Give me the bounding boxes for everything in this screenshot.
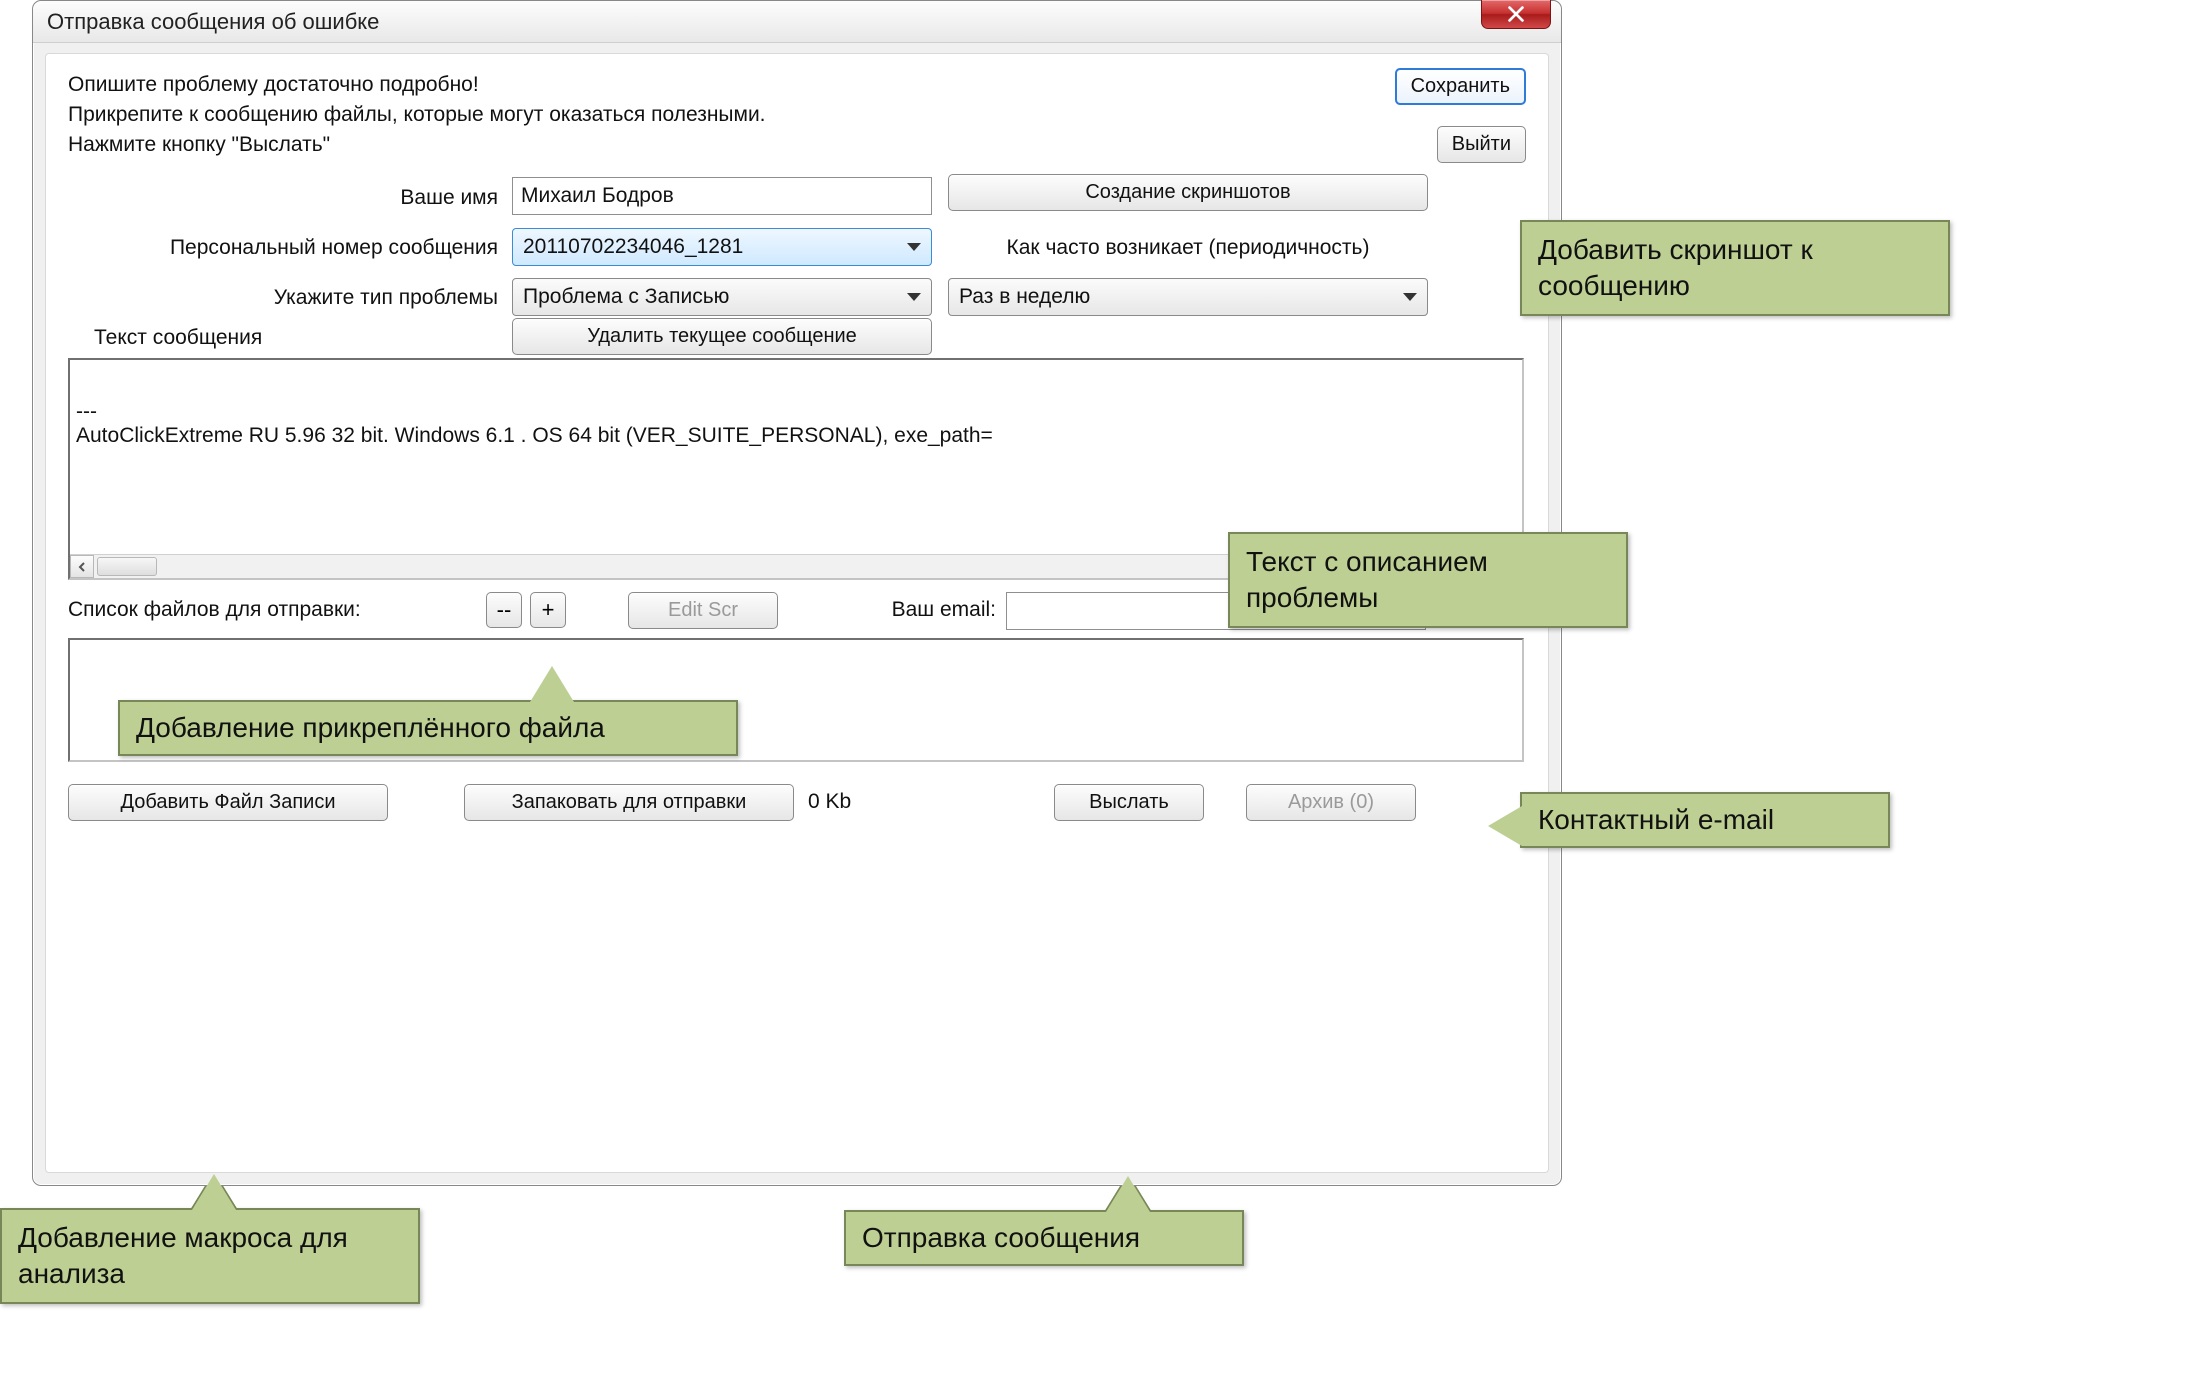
callout-text: Добавить скриншот к сообщению xyxy=(1538,234,1813,301)
chevron-down-icon xyxy=(907,293,921,301)
scroll-left-button[interactable] xyxy=(70,555,94,578)
window-title: Отправка сообщения об ошибке xyxy=(47,9,379,35)
callout-pointer-icon xyxy=(530,666,574,702)
add-file-button[interactable]: + xyxy=(530,592,566,628)
archive-button[interactable]: Архив (0) xyxy=(1246,784,1416,821)
msg-number-label: Персональный номер сообщения xyxy=(68,236,498,260)
message-content: --- AutoClickExtreme RU 5.96 32 bit. Win… xyxy=(70,360,1522,454)
create-screenshots-button[interactable]: Создание скриншотов xyxy=(948,174,1428,211)
remove-file-label: -- xyxy=(497,597,512,623)
message-line: --- xyxy=(76,400,1516,424)
callout-add-attachment: Добавление прикреплённого файла xyxy=(118,700,738,756)
instruction-line: Опишите проблему достаточно подробно! xyxy=(68,70,766,100)
edit-scr-label: Edit Scr xyxy=(668,599,738,622)
titlebar: Отправка сообщения об ошибке xyxy=(33,1,1561,43)
frequency-value: Раз в неделю xyxy=(959,285,1090,309)
delete-current-label: Удалить текущее сообщение xyxy=(587,325,857,348)
chevron-down-icon xyxy=(907,243,921,251)
your-name-label: Ваше имя xyxy=(68,186,498,210)
callout-pointer-icon xyxy=(192,1174,236,1210)
callout-text: Добавление прикреплённого файла xyxy=(136,712,605,743)
file-list-label: Список файлов для отправки: xyxy=(68,598,448,622)
callout-pointer-icon xyxy=(1488,806,1522,846)
callout-text: Отправка сообщения xyxy=(862,1222,1140,1253)
create-screenshots-label: Создание скриншотов xyxy=(1085,181,1290,204)
email-label: Ваш email: xyxy=(866,598,996,622)
add-record-file-button[interactable]: Добавить Файл Записи xyxy=(68,784,388,821)
callout-add-screenshot: Добавить скриншот к сообщению xyxy=(1520,220,1950,316)
send-button[interactable]: Выслать xyxy=(1054,784,1204,821)
add-file-label: + xyxy=(542,597,555,623)
callout-problem-text: Текст с описанием проблемы xyxy=(1228,532,1628,628)
close-button[interactable] xyxy=(1481,0,1551,29)
close-icon xyxy=(1505,3,1527,25)
save-button[interactable]: Сохранить xyxy=(1395,68,1526,105)
exit-button-label: Выйти xyxy=(1452,133,1511,156)
pack-for-send-button[interactable]: Запаковать для отправки xyxy=(464,784,794,821)
msg-number-select[interactable]: 20110702234046_1281 xyxy=(512,228,932,266)
problem-type-select[interactable]: Проблема с Записью xyxy=(512,278,932,316)
instruction-line: Прикрепите к сообщению файлы, которые мо… xyxy=(68,100,766,130)
add-record-file-label: Добавить Файл Записи xyxy=(120,791,335,814)
edit-scr-button[interactable]: Edit Scr xyxy=(628,592,778,629)
callout-text: Контактный e-mail xyxy=(1538,804,1774,835)
chevron-left-icon xyxy=(77,562,87,572)
frequency-select[interactable]: Раз в неделю xyxy=(948,278,1428,316)
send-button-label: Выслать xyxy=(1089,791,1169,814)
size-label: 0 Kb xyxy=(808,790,888,814)
callout-pointer-icon xyxy=(1106,1176,1150,1212)
pack-for-send-label: Запаковать для отправки xyxy=(512,791,747,814)
message-text-label: Текст сообщения xyxy=(94,326,384,350)
scrollbar-thumb[interactable] xyxy=(97,557,157,576)
callout-contact-email: Контактный e-mail xyxy=(1520,792,1890,848)
chevron-down-icon xyxy=(1403,293,1417,301)
save-button-label: Сохранить xyxy=(1411,75,1510,98)
archive-button-label: Архив (0) xyxy=(1288,791,1374,814)
exit-button[interactable]: Выйти xyxy=(1437,126,1526,163)
problem-type-value: Проблема с Записью xyxy=(523,285,729,309)
message-line: AutoClickExtreme RU 5.96 32 bit. Windows… xyxy=(76,424,1516,448)
callout-send-msg: Отправка сообщения xyxy=(844,1210,1244,1266)
callout-text: Добавление макроса для анализа xyxy=(18,1222,348,1289)
callout-add-macro: Добавление макроса для анализа xyxy=(0,1208,420,1304)
msg-number-value: 20110702234046_1281 xyxy=(523,235,743,259)
instructions: Опишите проблему достаточно подробно! Пр… xyxy=(68,70,766,160)
delete-current-button[interactable]: Удалить текущее сообщение xyxy=(512,318,932,355)
frequency-label: Как часто возникает (периодичность) xyxy=(948,236,1428,260)
instruction-line: Нажмите кнопку "Выслать" xyxy=(68,130,766,160)
problem-type-label: Укажите тип проблемы xyxy=(68,286,498,310)
callout-text: Текст с описанием проблемы xyxy=(1246,546,1488,613)
remove-file-button[interactable]: -- xyxy=(486,592,522,628)
name-input[interactable] xyxy=(512,177,932,215)
